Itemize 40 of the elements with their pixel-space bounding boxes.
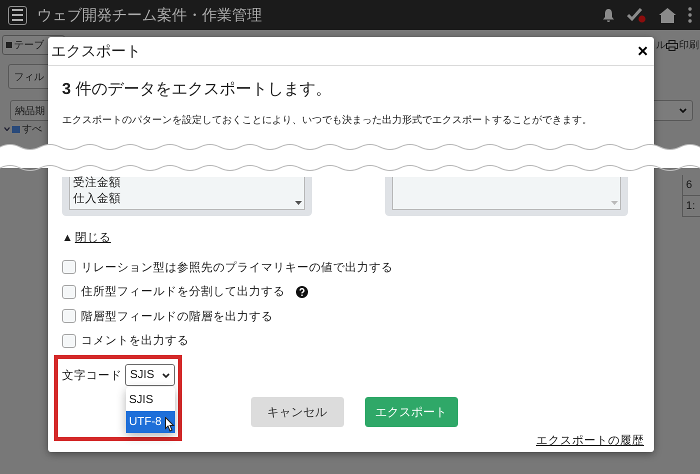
menu-icon[interactable] [8, 6, 27, 24]
encoding-select[interactable]: SJIS [125, 364, 175, 386]
cursor-icon [165, 417, 175, 432]
home-icon[interactable] [659, 8, 676, 22]
tree-item[interactable]: すべ [22, 122, 42, 136]
table-cell: 1: [682, 196, 700, 217]
option-label: リレーション型は参照先のプライマリキーの値で出力する [81, 260, 393, 275]
checkbox[interactable] [62, 334, 76, 348]
option-label: コメントを出力する [81, 334, 189, 348]
collapse-arrow[interactable]: ▲ [62, 232, 73, 244]
scroll-down-icon[interactable] [294, 201, 302, 205]
checkbox[interactable] [62, 284, 76, 299]
chevron-down-icon[interactable] [4, 127, 10, 131]
list-item[interactable]: 受注金額 [73, 175, 292, 191]
cancel-button[interactable]: キャンセル [250, 397, 344, 427]
option-label: 階層型フィールドの階層を出力する [81, 310, 273, 324]
encoding-label: 文字コード [62, 368, 122, 382]
option-label: 住所型フィールドを分割して出力する [81, 284, 285, 300]
print-button[interactable]: 印刷 [666, 38, 699, 52]
history-link[interactable]: エクスポートの履歴 [536, 433, 644, 448]
more-icon[interactable] [688, 7, 692, 23]
close-link[interactable]: 閉じる [74, 230, 111, 245]
checkbox[interactable] [62, 260, 76, 274]
chevron-down-icon[interactable] [679, 108, 687, 113]
list-item[interactable]: 仕入金額 [73, 191, 292, 207]
table-icon [12, 126, 20, 132]
field-listbox[interactable] [392, 177, 621, 210]
bell-icon[interactable] [602, 8, 615, 22]
check-icon[interactable] [627, 7, 647, 23]
chevron-down-icon [162, 372, 170, 378]
field-listbox[interactable]: 受注金額 仕入金額 [69, 177, 305, 210]
close-button[interactable]: × [637, 40, 648, 62]
checkbox[interactable] [62, 309, 76, 324]
table-cell: 6 [682, 175, 700, 196]
toolbar-text: ル [656, 39, 666, 52]
dropdown-option[interactable]: SJIS [126, 389, 175, 411]
help-icon[interactable] [296, 286, 308, 298]
dropdown-option[interactable]: UTF-8 [126, 411, 175, 433]
app-title: ウェブ開発チーム案件・作業管理 [37, 6, 263, 24]
printer-icon [666, 40, 678, 50]
